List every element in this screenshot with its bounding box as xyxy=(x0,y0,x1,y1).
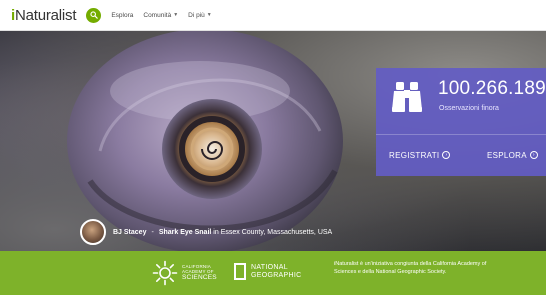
nav-explore[interactable]: Esplora xyxy=(111,12,133,19)
observations-summary: 100.266.189 Osservazioni finora xyxy=(376,68,546,134)
sun-icon xyxy=(152,260,178,286)
california-academy-logo[interactable]: CALIFORNIA ACADEMY OF SCIENCES xyxy=(152,260,217,286)
national-geographic-logo[interactable]: NATIONAL GEOGRAPHIC xyxy=(234,263,301,280)
national-geographic-text: NATIONAL GEOGRAPHIC xyxy=(251,264,301,279)
california-academy-text: CALIFORNIA ACADEMY OF SCIENCES xyxy=(182,264,217,282)
photo-credit[interactable]: BJ Stacey - Shark Eye Snail in Essex Count… xyxy=(80,218,332,246)
nav-more-label: Di più xyxy=(188,11,205,19)
explore-button[interactable]: ESPLORA › xyxy=(487,134,538,176)
register-label: REGISTRATI xyxy=(389,150,440,160)
partnership-description: iNaturalist è un'iniziativa congiunta de… xyxy=(334,261,487,275)
search-button[interactable] xyxy=(86,7,102,23)
observations-panel: 100.266.189 Osservazioni finora REGISTRA… xyxy=(376,68,546,176)
species-name[interactable]: Shark Eye Snail xyxy=(159,229,212,236)
cas-line-3: SCIENCES xyxy=(182,274,217,282)
register-button[interactable]: REGISTRATI › xyxy=(389,134,451,176)
top-nav-bar: iNaturalist Esplora Comunità ▼ Di più ▼ xyxy=(0,0,546,31)
nav-more[interactable]: Di più ▼ xyxy=(188,12,212,19)
arrow-right-circle-icon: › xyxy=(442,151,451,159)
nav-explore-label: Esplora xyxy=(111,11,134,19)
credit-separator: - xyxy=(151,228,154,236)
inaturalist-logo[interactable]: iNaturalist xyxy=(11,6,77,24)
natgeo-line-1: NATIONAL xyxy=(251,264,288,272)
natgeo-line-2: GEOGRAPHIC xyxy=(251,271,302,279)
photographer-name[interactable]: BJ Stacey xyxy=(113,229,146,236)
credit-text: BJ Stacey - Shark Eye Snail in Essex Count… xyxy=(113,229,332,236)
photographer-avatar[interactable] xyxy=(80,219,106,245)
nav-community-label: Comunità xyxy=(143,11,172,19)
explore-label: ESPLORA xyxy=(487,150,527,160)
observations-label: Osservazioni finora xyxy=(439,105,499,112)
nav-community[interactable]: Comunità ▼ xyxy=(143,12,178,19)
binoculars-icon xyxy=(392,82,422,112)
partners-band: CALIFORNIA ACADEMY OF SCIENCES NATIONAL … xyxy=(0,251,546,295)
observation-location: in Essex County, Massachusetts, USA xyxy=(213,228,333,236)
arrow-right-circle-icon: › xyxy=(529,151,538,159)
observations-count: 100.266.189 xyxy=(438,78,546,99)
chevron-down-icon: ▼ xyxy=(173,12,179,18)
logo-text: Naturalist xyxy=(14,6,77,24)
search-icon xyxy=(90,11,98,19)
chevron-down-icon: ▼ xyxy=(206,12,212,18)
yellow-border-icon xyxy=(234,263,246,280)
